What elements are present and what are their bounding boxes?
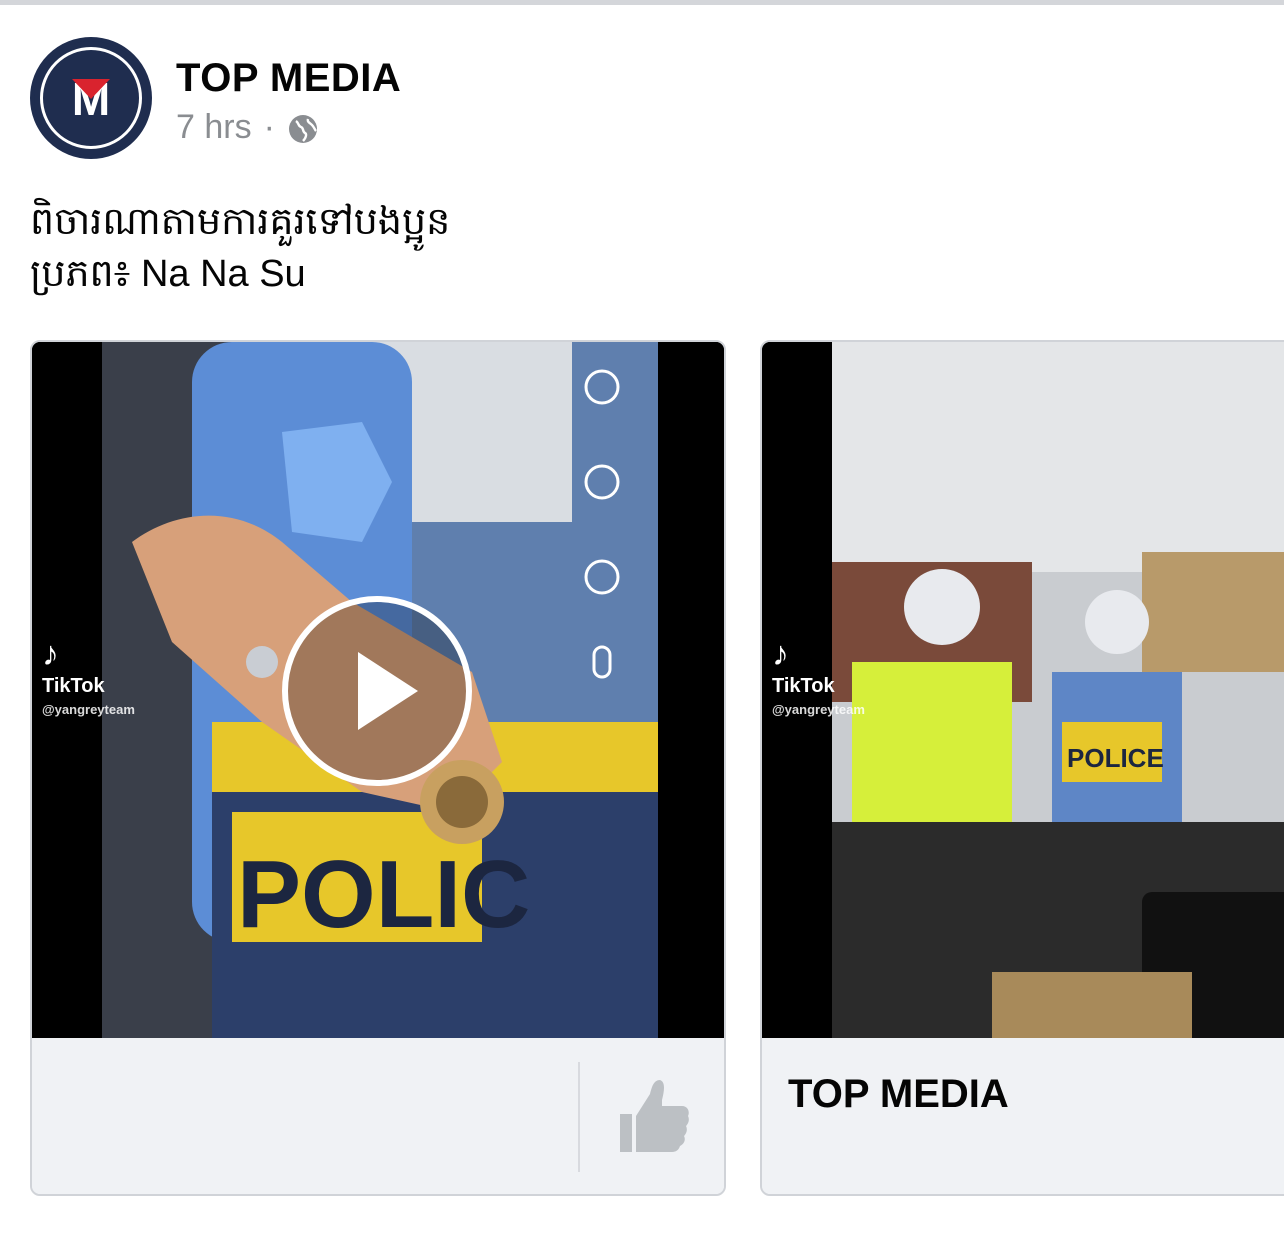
video-thumbnail-1[interactable]: POLIC ♪ TikTok @yangreyteam: [32, 342, 724, 1038]
thumbs-up-icon[interactable]: [618, 1076, 690, 1156]
video-thumbnail-2[interactable]: POLICE ♪ TikTok @yangreyteam: [762, 342, 1284, 1038]
page-avatar[interactable]: M: [30, 37, 152, 159]
tiktok-icon: ♪: [42, 635, 59, 673]
caption-line-1: ពិចារណាតាមការគួរទៅបងប្អូន: [30, 201, 451, 243]
video-card-1[interactable]: POLIC ♪ TikTok @yangreyteam: [30, 340, 726, 1196]
video-card-2[interactable]: POLICE ♪ TikTok @yangreyteam TOP MEDIA: [760, 340, 1284, 1196]
top-border: [0, 0, 1284, 5]
post-caption: ពិចារណាតាមការគួរទៅបងប្អូន ប្រភព៖ Na Na S…: [30, 196, 450, 300]
caption-line-2: ប្រភព៖ Na Na Su: [30, 253, 306, 295]
card-footer-2: TOP MEDIA: [762, 1038, 1284, 1194]
footer-divider: [578, 1062, 580, 1172]
page-name[interactable]: TOP MEDIA: [176, 56, 401, 101]
tiktok-icon: ♪: [772, 635, 789, 673]
card-footer-1: [32, 1038, 724, 1194]
tiktok-watermark-2: ♪ TikTok @yangreyteam: [772, 635, 865, 717]
play-icon: [358, 652, 418, 730]
overlay-text-2: POLICE: [1067, 743, 1164, 773]
play-button[interactable]: [282, 596, 472, 786]
video-card-title[interactable]: TOP MEDIA: [788, 1072, 1009, 1117]
meta-separator: ·: [263, 108, 275, 146]
tiktok-watermark-1: ♪ TikTok @yangreyteam: [42, 635, 135, 717]
globe-icon[interactable]: [287, 113, 319, 145]
overlay-text-1: POLIC: [237, 841, 530, 948]
post-time[interactable]: 7 hrs: [176, 108, 252, 147]
post-meta: 7 hrs ·: [176, 108, 319, 147]
